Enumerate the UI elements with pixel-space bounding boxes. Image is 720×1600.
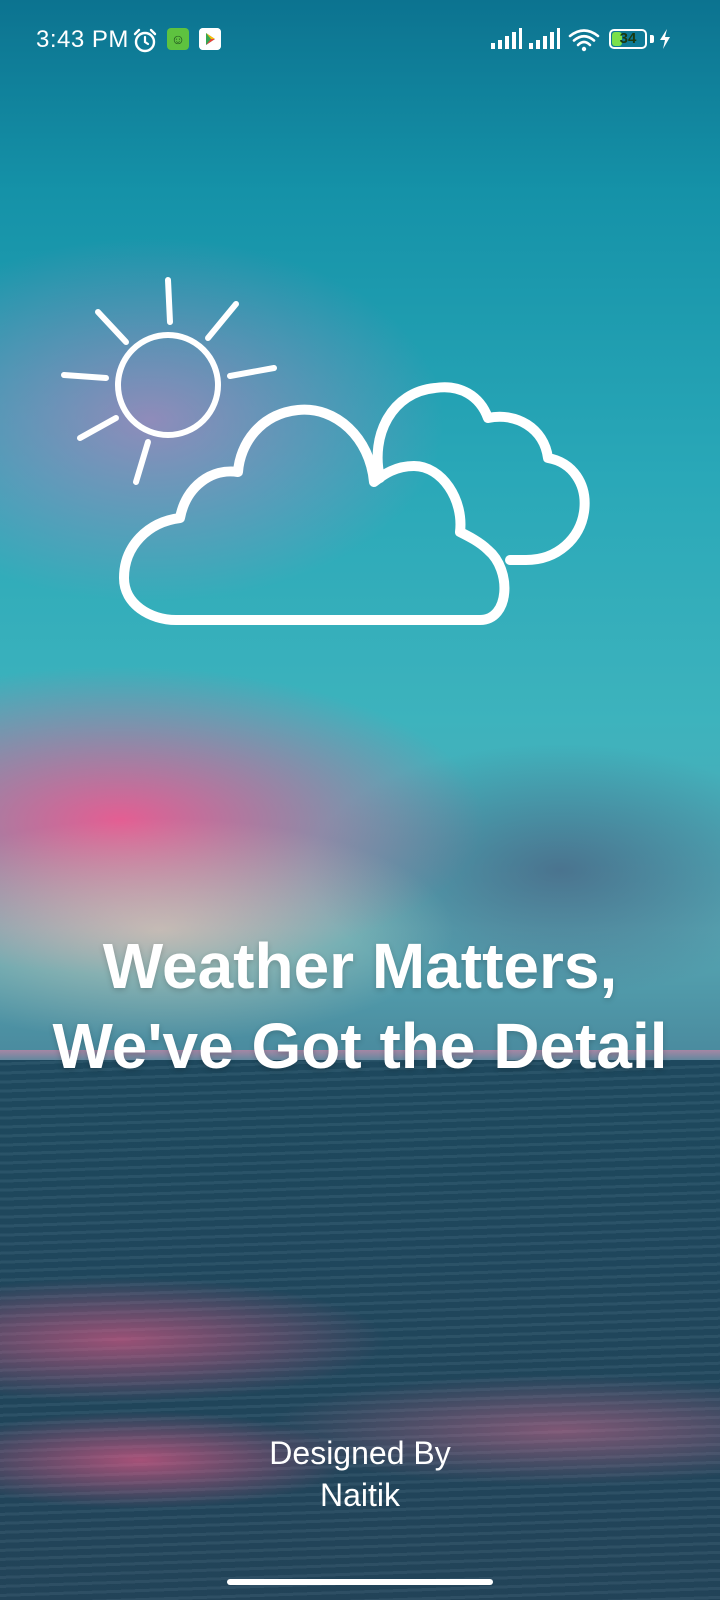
headline: Weather Matters, We've Got the Detail bbox=[0, 926, 720, 1086]
sun-behind-clouds-icon bbox=[61, 277, 590, 625]
signal-icon bbox=[529, 28, 560, 49]
wifi-icon bbox=[568, 29, 600, 52]
battery-cap bbox=[650, 35, 654, 43]
charging-bolt-icon bbox=[660, 29, 670, 49]
app-notification-icon: ☺ bbox=[167, 28, 189, 50]
status-time: 3:43 PM bbox=[36, 26, 129, 53]
home-indicator[interactable] bbox=[227, 1579, 493, 1585]
back-cloud-icon bbox=[372, 382, 590, 565]
sea-background bbox=[0, 1060, 720, 1600]
status-bar: 3:43 PM ☺ 34 bbox=[0, 0, 720, 80]
battery-level: 34 bbox=[619, 30, 637, 47]
splash-screen: 3:43 PM ☺ 34 Weather Matters, We've Got … bbox=[0, 0, 720, 1600]
headline-line-1: Weather Matters, bbox=[102, 930, 618, 1002]
signal-icon bbox=[491, 28, 522, 49]
credit-label: Designed By bbox=[269, 1435, 451, 1471]
designer-credit: Designed By Naitik bbox=[0, 1432, 720, 1516]
credit-name: Naitik bbox=[319, 1477, 400, 1513]
front-cloud-icon bbox=[119, 404, 510, 625]
play-store-icon bbox=[199, 28, 221, 50]
alarm-icon bbox=[133, 28, 157, 53]
headline-line-2: We've Got the Detail bbox=[52, 1010, 668, 1082]
battery-icon: 34 bbox=[609, 29, 647, 49]
